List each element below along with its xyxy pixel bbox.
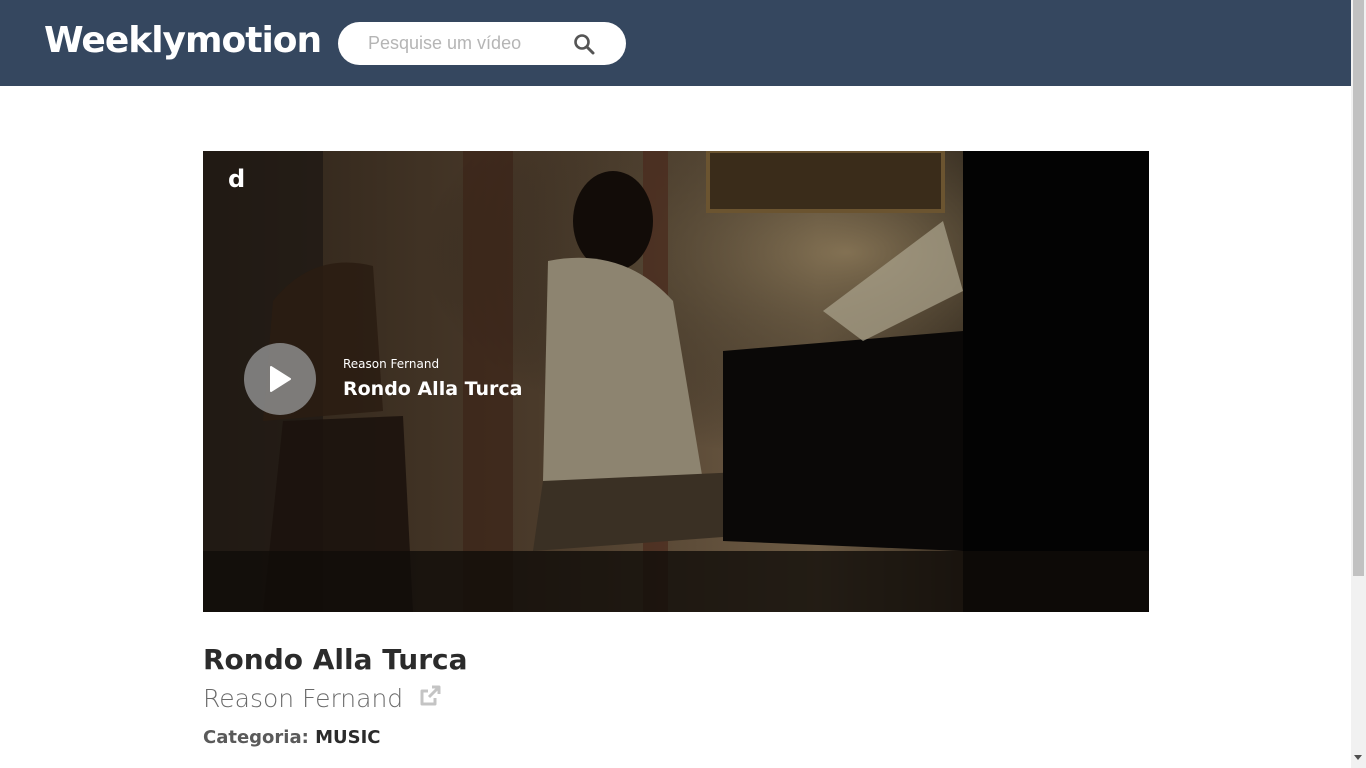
external-link-icon[interactable] [418, 684, 442, 713]
play-icon[interactable] [244, 343, 316, 415]
page-scrollbar[interactable] [1351, 0, 1366, 768]
video-player[interactable]: d Reason Fernand Rondo Alla Turca [203, 151, 1149, 612]
category-value[interactable]: MUSIC [315, 727, 380, 748]
channel-name: Reason Fernand [203, 684, 404, 713]
top-bar: Weeklymotion [0, 0, 1351, 86]
search-icon[interactable] [570, 32, 598, 56]
channel-row: Reason Fernand [203, 684, 442, 718]
scrollbar-thumb[interactable] [1353, 0, 1364, 576]
scroll-down-icon[interactable] [1354, 755, 1362, 760]
category-row: Categoria: MUSIC [203, 727, 381, 748]
player-video-title[interactable]: Rondo Alla Turca [343, 378, 523, 400]
player-channel-name[interactable]: Reason Fernand [343, 357, 439, 371]
category-label: Categoria: [203, 727, 309, 748]
site-logo[interactable]: Weeklymotion [44, 20, 322, 61]
search-input[interactable] [368, 22, 578, 65]
video-title: Rondo Alla Turca [203, 643, 468, 676]
player-brand-logo[interactable]: d [228, 165, 245, 193]
